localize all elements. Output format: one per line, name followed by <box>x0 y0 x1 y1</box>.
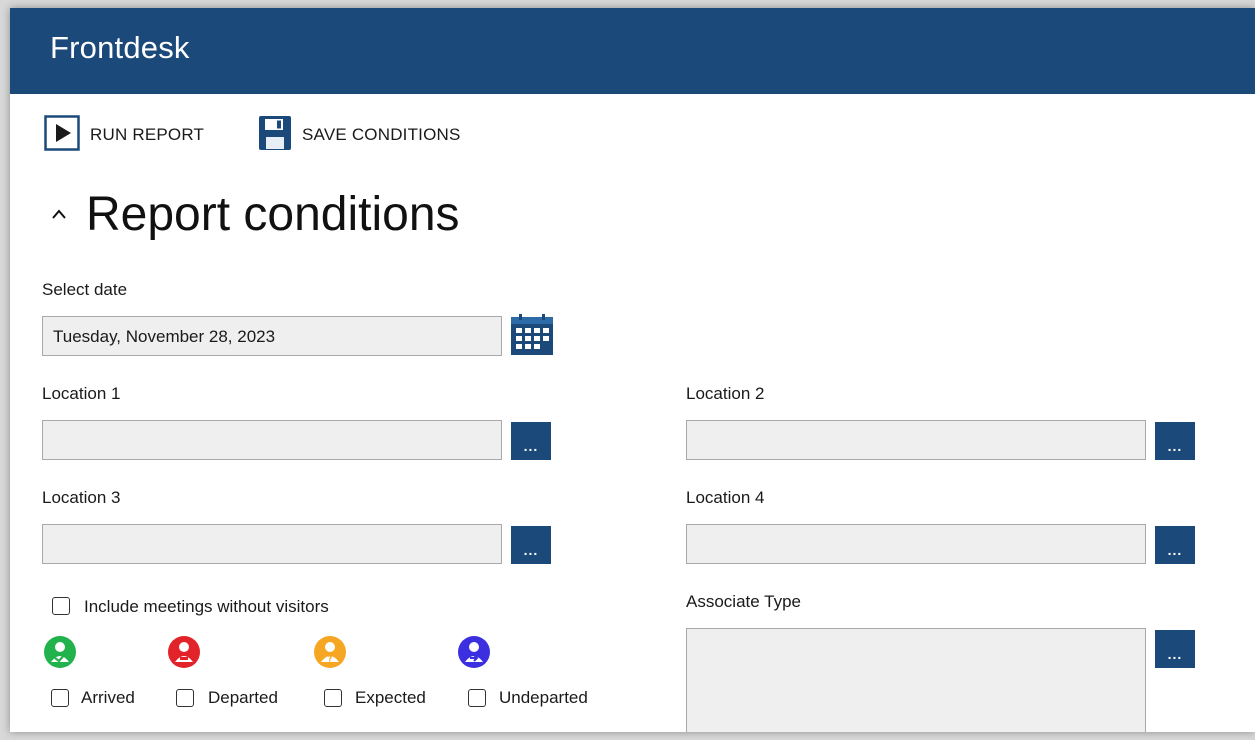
arrived-icon <box>44 636 76 668</box>
play-icon <box>44 114 80 156</box>
expected-label: Expected <box>355 688 426 707</box>
expected-checkbox[interactable] <box>324 689 342 707</box>
title-bar: Frontdesk <box>10 8 1255 94</box>
ellipsis-icon: ... <box>1167 542 1183 558</box>
ellipsis-icon: ... <box>1167 646 1183 662</box>
location-2-browse-button[interactable]: ... <box>1155 422 1195 460</box>
undeparted-checkbox[interactable] <box>468 689 486 707</box>
save-icon <box>258 115 292 156</box>
departed-checkbox[interactable] <box>176 689 194 707</box>
undeparted-label: Undeparted <box>499 688 588 707</box>
calendar-icon <box>510 314 554 360</box>
ellipsis-icon: ... <box>523 438 539 454</box>
departed-icon <box>168 636 200 668</box>
select-date-label: Select date <box>42 280 128 299</box>
include-meetings-label: Include meetings without visitors <box>84 597 329 616</box>
location-4-label: Location 4 <box>686 488 765 507</box>
expected-icon: ? <box>314 636 346 668</box>
arrived-label: Arrived <box>81 688 135 707</box>
section-title: Report conditions <box>86 187 460 241</box>
arrived-checkbox[interactable] <box>51 689 69 707</box>
calendar-button[interactable] <box>510 314 554 361</box>
location-1-browse-button[interactable]: ... <box>511 422 551 460</box>
report-conditions-header[interactable]: Report conditions <box>46 184 460 244</box>
location-3-label: Location 3 <box>42 488 121 507</box>
chevron-up-icon[interactable] <box>46 201 72 227</box>
location-4-browse-button[interactable]: ... <box>1155 526 1195 564</box>
run-report-label: RUN REPORT <box>90 125 205 144</box>
location-3-browse-button[interactable]: ... <box>511 526 551 564</box>
run-report-button[interactable]: RUN REPORT <box>44 114 205 156</box>
location-4-field[interactable] <box>686 524 1146 564</box>
associate-type-field[interactable] <box>686 628 1146 732</box>
departed-label: Departed <box>208 688 278 707</box>
frontdesk-window: Frontdesk RUN REPORT SAVE CONDITIONS Rep… <box>10 8 1255 732</box>
ellipsis-icon: ... <box>1167 438 1183 454</box>
save-conditions-label: SAVE CONDITIONS <box>302 125 461 144</box>
location-2-label: Location 2 <box>686 384 765 403</box>
date-field[interactable]: Tuesday, November 28, 2023 <box>42 316 502 356</box>
date-value: Tuesday, November 28, 2023 <box>53 327 276 346</box>
ellipsis-icon: ... <box>523 542 539 558</box>
app-title: Frontdesk <box>50 30 190 65</box>
location-1-label: Location 1 <box>42 384 121 403</box>
undeparted-icon <box>458 636 490 668</box>
associate-type-label: Associate Type <box>686 592 801 611</box>
associate-type-browse-button[interactable]: ... <box>1155 630 1195 668</box>
location-1-field[interactable] <box>42 420 502 460</box>
svg-text:?: ? <box>328 655 333 664</box>
include-meetings-checkbox[interactable] <box>52 597 70 615</box>
location-3-field[interactable] <box>42 524 502 564</box>
save-conditions-button[interactable]: SAVE CONDITIONS <box>258 115 461 156</box>
location-2-field[interactable] <box>686 420 1146 460</box>
